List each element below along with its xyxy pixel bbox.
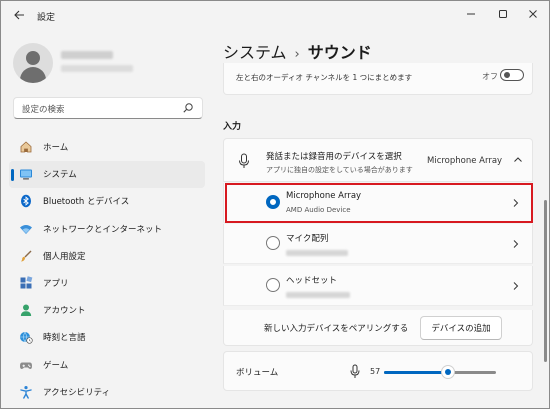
- input-section-heading: 入力: [223, 122, 242, 132]
- breadcrumb: システム › サウンド: [223, 39, 372, 63]
- sidebar-item-label: システム: [43, 170, 77, 181]
- globe-clock-icon: [20, 332, 33, 344]
- wifi-icon: [20, 224, 32, 234]
- pair-input-device-row: 新しい入力デバイスをペアリングする デバイスの追加: [223, 310, 533, 346]
- input-device-subtitle: アプリに独自の設定をしている場合があります: [266, 166, 413, 174]
- close-icon[interactable]: [519, 7, 547, 25]
- device-name: ヘッドセット: [286, 276, 338, 286]
- sidebar-item-home[interactable]: ホーム: [9, 134, 205, 161]
- sidebar-item-accessibility[interactable]: アクセシビリティ: [9, 379, 205, 406]
- mono-audio-card: 左と右のオーディオ チャンネルを 1 つにまとめます オフ: [223, 63, 533, 95]
- input-device-row-headset[interactable]: ヘッドセット: [223, 266, 533, 306]
- breadcrumb-separator: ›: [294, 47, 300, 62]
- title-bar: 設定: [1, 1, 549, 33]
- minimize-icon[interactable]: [457, 7, 485, 25]
- mono-audio-description: 左と右のオーディオ チャンネルを 1 つにまとめます: [236, 73, 413, 82]
- volume-slider-fill: [384, 371, 448, 374]
- sidebar-item-label: Bluetooth とデバイス: [43, 197, 130, 208]
- system-monitor-icon: [20, 169, 32, 180]
- search-input[interactable]: 設定の検索: [13, 97, 203, 119]
- search-icon: [183, 103, 193, 113]
- home-icon: [20, 141, 32, 153]
- chevron-up-icon[interactable]: [513, 155, 523, 165]
- sidebar-item-label: ネットワークとインターネット: [43, 224, 163, 235]
- account-email-redacted: [61, 65, 133, 72]
- selected-input-device: Microphone Array: [427, 156, 503, 166]
- accessibility-icon: [20, 385, 32, 399]
- chevron-right-icon[interactable]: [512, 239, 520, 249]
- sidebar-item-label: ホーム: [43, 143, 69, 153]
- sidebar-item-apps[interactable]: アプリ: [9, 270, 205, 297]
- add-device-button[interactable]: デバイスの追加: [420, 316, 502, 340]
- account-icon: [20, 304, 32, 317]
- sidebar-item-time-language[interactable]: 時刻と言語: [9, 324, 205, 351]
- sidebar-item-label: 個人用設定: [43, 251, 86, 262]
- window-title: 設定: [37, 13, 56, 23]
- back-arrow-icon[interactable]: [9, 9, 29, 25]
- device-radio-selected[interactable]: [266, 195, 280, 209]
- microphone-icon: [239, 153, 249, 168]
- apps-icon: [20, 276, 33, 289]
- avatar[interactable]: [13, 43, 53, 83]
- pair-device-text: 新しい入力デバイスをペアリングする: [264, 324, 409, 334]
- settings-window: 設定 設定の検索 ホーム システム Bluetooth とデバイス ネットワーク…: [0, 0, 550, 409]
- device-subtitle-redacted: [286, 250, 348, 256]
- sidebar-nav: ホーム システム Bluetooth とデバイス ネットワークとインターネット: [9, 134, 205, 406]
- device-subtitle-redacted: [286, 292, 350, 298]
- sidebar-item-label: 時刻と言語: [43, 333, 86, 344]
- sidebar-item-accounts[interactable]: アカウント: [9, 297, 205, 324]
- device-radio[interactable]: [266, 236, 280, 250]
- sidebar-item-network[interactable]: ネットワークとインターネット: [9, 216, 205, 243]
- volume-value: 57: [370, 367, 381, 376]
- chevron-right-icon[interactable]: [512, 198, 520, 208]
- device-name: Microphone Array: [286, 191, 362, 201]
- chevron-right-icon[interactable]: [512, 281, 520, 291]
- input-device-selector-header[interactable]: 発話または録音用のデバイスを選択 アプリに独自の設定をしている場合があります M…: [223, 138, 533, 182]
- brush-icon: [21, 250, 32, 262]
- sidebar-item-label: アプリ: [43, 278, 69, 289]
- input-volume-row: ボリューム 57: [223, 351, 533, 391]
- sidebar-item-label: ゲーム: [43, 360, 69, 371]
- device-name: マイク配列: [286, 234, 329, 244]
- bluetooth-icon: [21, 195, 31, 208]
- sidebar-item-label: アクセシビリティ: [43, 387, 111, 398]
- input-device-row-microphone-array[interactable]: Microphone Array AMD Audio Device: [223, 183, 533, 223]
- volume-slider-thumb[interactable]: [440, 365, 455, 379]
- page-title: サウンド: [307, 43, 372, 62]
- mono-audio-state: オフ: [482, 72, 498, 81]
- breadcrumb-parent[interactable]: システム: [223, 43, 287, 62]
- mono-audio-toggle[interactable]: [500, 69, 524, 81]
- maximize-icon[interactable]: [489, 7, 517, 25]
- sidebar-item-label: アカウント: [43, 306, 86, 317]
- gamepad-icon: [20, 362, 32, 369]
- volume-slider[interactable]: [384, 365, 496, 379]
- scrollbar[interactable]: [544, 200, 547, 362]
- sidebar-item-gaming[interactable]: ゲーム: [9, 352, 205, 379]
- account-name-redacted: [61, 51, 113, 59]
- device-subtitle: AMD Audio Device: [286, 206, 351, 214]
- sidebar-item-personalization[interactable]: 個人用設定: [9, 243, 205, 270]
- sidebar-item-system[interactable]: システム: [9, 161, 205, 189]
- search-placeholder: 設定の検索: [22, 105, 65, 115]
- sidebar-item-bluetooth[interactable]: Bluetooth とデバイス: [9, 188, 205, 215]
- volume-label: ボリューム: [236, 368, 279, 378]
- device-radio[interactable]: [266, 278, 280, 292]
- input-device-title: 発話または録音用のデバイスを選択: [266, 152, 402, 162]
- microphone-icon[interactable]: [350, 364, 360, 379]
- input-device-row-mic-array-jp[interactable]: マイク配列: [223, 224, 533, 264]
